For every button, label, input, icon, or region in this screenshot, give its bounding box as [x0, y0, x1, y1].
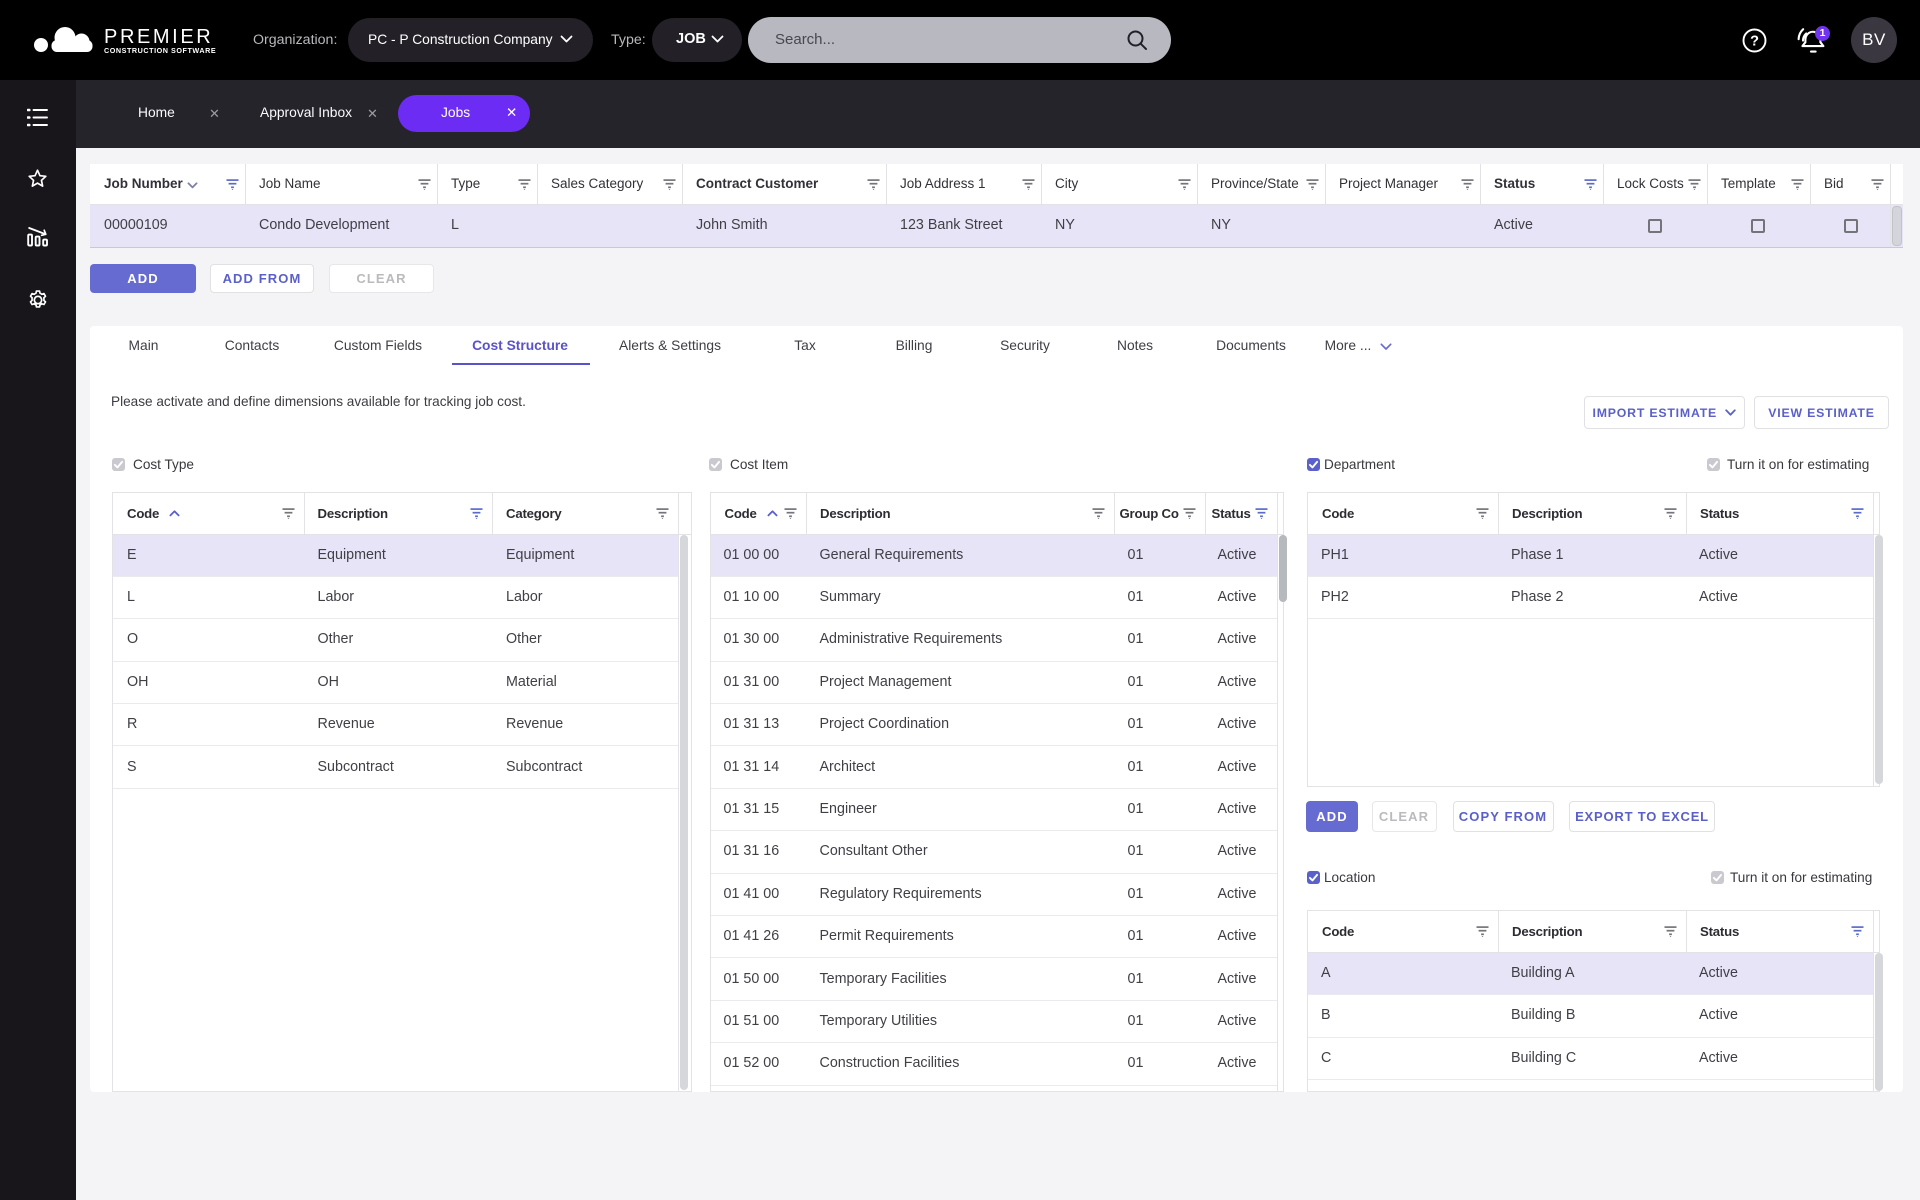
svg-text:?: ?	[1750, 34, 1759, 50]
